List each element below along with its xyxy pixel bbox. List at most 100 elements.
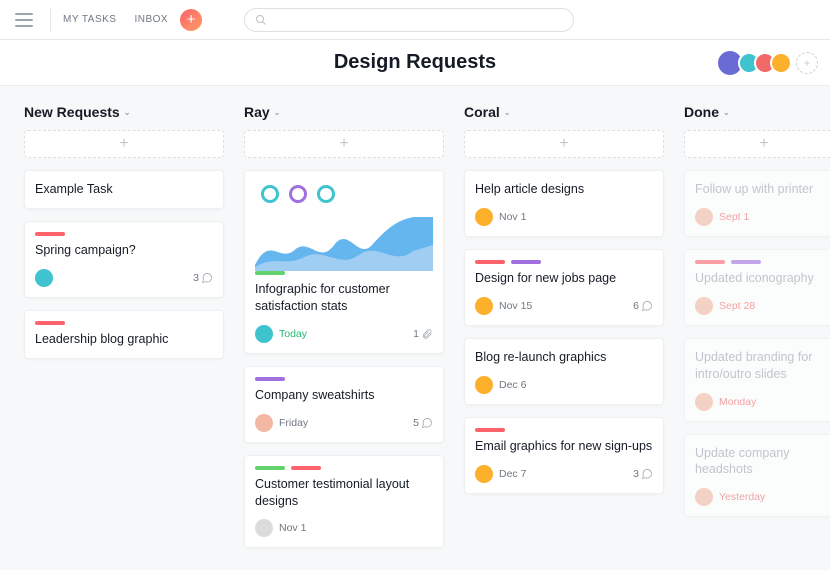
tag-row (255, 377, 433, 381)
due-date: Monday (719, 396, 756, 408)
card-title: Blog re-launch graphics (475, 349, 653, 366)
card-image (255, 181, 433, 271)
add-collaborator-button[interactable]: + (796, 52, 818, 74)
tag (731, 260, 761, 264)
card-meta: Sept 1 (695, 208, 830, 226)
add-card-button[interactable]: + (24, 130, 224, 158)
card-meta: Monday (695, 393, 830, 411)
column-header[interactable]: New Requests ⌄ (24, 104, 224, 120)
column: New Requests ⌄ + Example Task Spring campaig… (24, 104, 224, 552)
column: Done⌄ + Follow up with printer Sept 1 Update… (684, 104, 830, 552)
card-title: Leadership blog graphic (35, 331, 213, 348)
column-title: Coral (464, 104, 500, 120)
title-bar: Design Requests + (0, 40, 830, 86)
task-card[interactable]: Follow up with printer Sept 1 (684, 170, 830, 237)
card-title: Company sweatshirts (255, 387, 433, 404)
avatar (475, 376, 493, 394)
card-title: Example Task (35, 181, 213, 198)
column-title: New Requests (24, 104, 120, 120)
card-meta: Dec 6 (475, 376, 653, 394)
top-bar: MY TASKS INBOX + (0, 0, 830, 40)
card-title: Updated branding for intro/outro slides (695, 349, 830, 383)
nav-inbox[interactable]: INBOX (134, 14, 168, 25)
task-card[interactable]: Email graphics for new sign-upsDec 73 (464, 417, 664, 494)
card-title: Follow up with printer (695, 181, 830, 198)
card-meta: Nov 15 6 (475, 297, 653, 315)
card-meta: Friday 5 (255, 414, 433, 432)
tag-row (255, 466, 433, 470)
tag-row (475, 428, 653, 432)
chevron-down-icon: ⌄ (723, 108, 730, 117)
column: Ray⌄ + Infographic for customer satisfacti… (244, 104, 444, 552)
search-input[interactable] (244, 8, 574, 32)
task-card[interactable]: Design for new jobs pageNov 156 (464, 249, 664, 326)
column-header[interactable]: Ray⌄ (244, 104, 444, 120)
tag (35, 321, 65, 325)
due-date: Sept 28 (719, 300, 755, 312)
search-icon (255, 14, 267, 26)
chevron-down-icon: ⌄ (504, 108, 511, 117)
task-card[interactable]: Updated branding for intro/outro slides M… (684, 338, 830, 422)
comment-count: 6 (633, 300, 653, 312)
card-title: Spring campaign? (35, 242, 213, 259)
tag (35, 232, 65, 236)
due-date: Sept 1 (719, 211, 749, 223)
collaborators: + (722, 49, 818, 77)
due-date: Nov 15 (499, 300, 532, 312)
card-meta: Nov 1 (475, 208, 653, 226)
card-meta: Dec 7 3 (475, 465, 653, 483)
add-card-button[interactable]: + (684, 130, 830, 158)
task-card[interactable]: Customer testimonial layout designsNov 1 (244, 455, 444, 549)
task-card[interactable]: Spring campaign? 3 (24, 221, 224, 298)
add-card-button[interactable]: + (244, 130, 444, 158)
nav-my-tasks[interactable]: MY TASKS (63, 14, 116, 25)
comment-count: 5 (413, 417, 433, 429)
tag-row (255, 271, 433, 275)
menu-icon[interactable] (10, 6, 38, 34)
attachment-count: 1 (413, 328, 433, 340)
due-date: Today (279, 328, 307, 340)
column-header[interactable]: Done⌄ (684, 104, 830, 120)
task-card[interactable]: Help article designs Nov 1 (464, 170, 664, 237)
avatar (475, 297, 493, 315)
avatar (35, 269, 53, 287)
add-button[interactable]: + (180, 9, 202, 31)
card-meta: Sept 28 (695, 297, 830, 315)
avatar (695, 208, 713, 226)
top-nav: MY TASKS INBOX (63, 14, 168, 25)
due-date: Nov 1 (279, 522, 306, 534)
card-title: Update company headshots (695, 445, 830, 479)
tag (475, 260, 505, 264)
chevron-down-icon: ⌄ (124, 108, 131, 117)
column-title: Ray (244, 104, 270, 120)
avatar (695, 297, 713, 315)
task-card[interactable]: Blog re-launch graphics Dec 6 (464, 338, 664, 405)
task-card[interactable]: Company sweatshirts Friday 5 (244, 366, 444, 443)
card-title: Help article designs (475, 181, 653, 198)
avatar (475, 208, 493, 226)
column-header[interactable]: Coral ⌄ (464, 104, 664, 120)
task-card[interactable]: Updated iconographySept 28 (684, 249, 830, 326)
comment-count: 3 (633, 468, 653, 480)
avatar (255, 519, 273, 537)
task-card[interactable]: Leadership blog graphic (24, 310, 224, 359)
task-card[interactable]: Update company headshots Yesterday (684, 434, 830, 518)
avatar (255, 414, 273, 432)
page-title: Design Requests (334, 51, 496, 74)
add-card-button[interactable]: + (464, 130, 664, 158)
tag (291, 466, 321, 470)
task-card[interactable]: Example Task (24, 170, 224, 209)
tag (475, 428, 505, 432)
comment-count: 3 (193, 272, 213, 284)
due-date: Dec 7 (499, 468, 526, 480)
tag-row (475, 260, 653, 264)
card-meta: 3 (35, 269, 213, 287)
card-meta: Yesterday (695, 488, 830, 506)
due-date: Friday (279, 417, 308, 429)
board: New Requests ⌄ + Example Task Spring campaig… (0, 86, 830, 570)
column: Coral⌄+Help article designsNov 1Design f… (464, 104, 664, 552)
avatar (255, 325, 273, 343)
task-card[interactable]: Infographic for customer satisfaction st… (244, 170, 444, 354)
avatar[interactable] (770, 52, 792, 74)
tag (511, 260, 541, 264)
